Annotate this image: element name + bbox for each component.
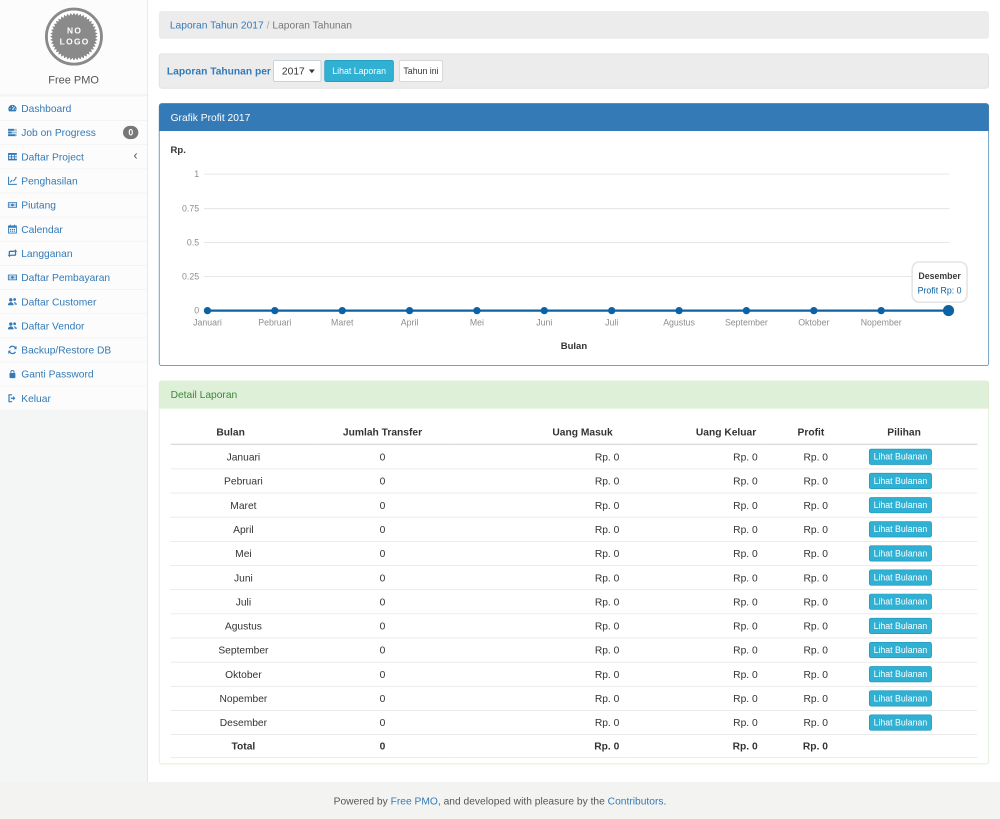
svg-text:Rp.: Rp. (171, 145, 186, 156)
svg-text:Juni: Juni (536, 318, 552, 328)
svg-text:0.5: 0.5 (187, 237, 199, 247)
svg-text:Bulan: Bulan (561, 341, 588, 352)
svg-text:0.25: 0.25 (182, 271, 199, 281)
svg-text:Juli: Juli (605, 318, 618, 328)
svg-text:Maret: Maret (331, 318, 354, 328)
svg-text:Pebruari: Pebruari (258, 318, 291, 328)
svg-text:0: 0 (194, 306, 199, 316)
svg-text:0.75: 0.75 (182, 203, 199, 213)
svg-text:Profit Rp: 0: Profit Rp: 0 (918, 286, 962, 296)
svg-text:Mei: Mei (470, 318, 484, 328)
svg-text:Nopember: Nopember (861, 318, 902, 328)
svg-text:Agustus: Agustus (663, 318, 695, 328)
svg-text:September: September (725, 318, 768, 328)
svg-text:LOGO: LOGO (59, 36, 89, 46)
svg-text:1: 1 (194, 169, 199, 179)
svg-text:Desember: Desember (918, 271, 961, 281)
svg-text:April: April (401, 318, 419, 328)
svg-text:Januari: Januari (193, 318, 222, 328)
svg-text:Oktober: Oktober (798, 318, 829, 328)
svg-text:NO: NO (67, 25, 82, 35)
